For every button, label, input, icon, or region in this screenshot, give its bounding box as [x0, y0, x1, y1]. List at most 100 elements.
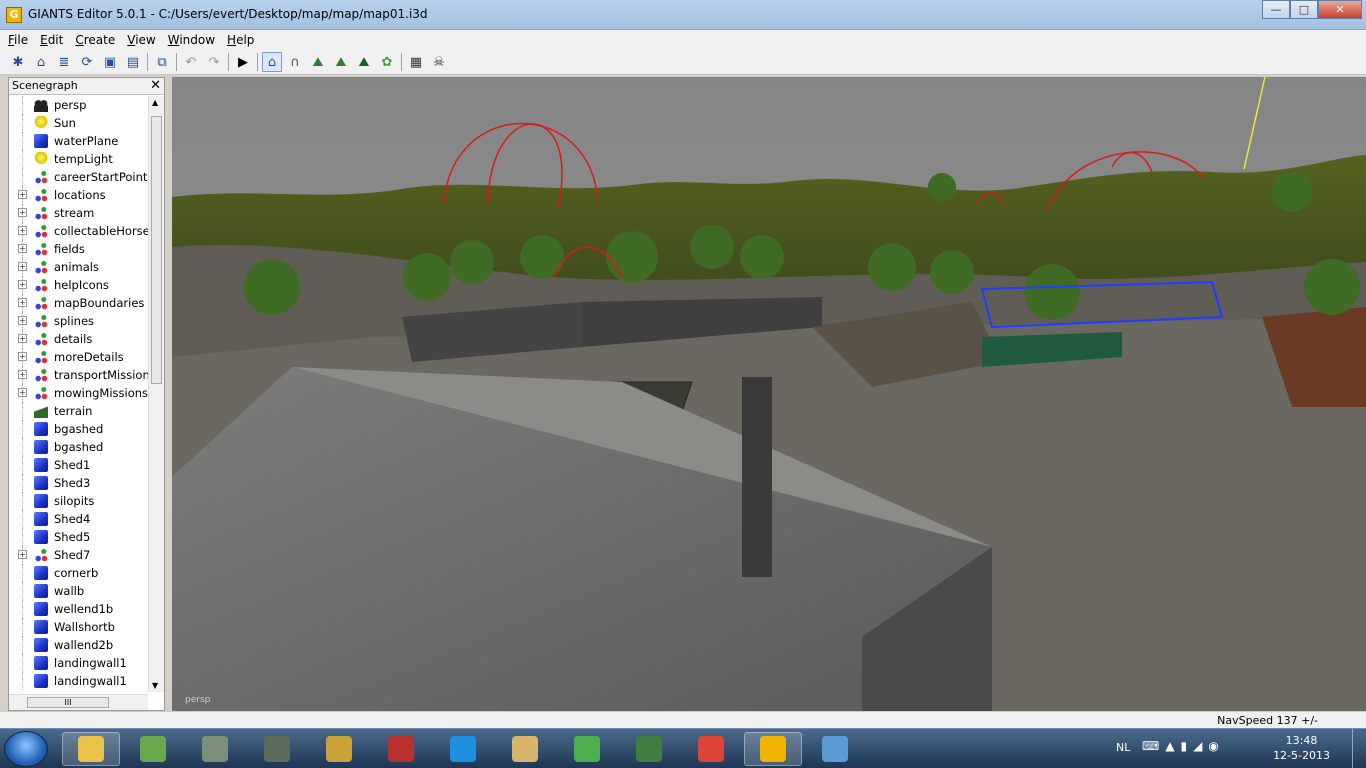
taskbar-app-minecraft[interactable]: [124, 732, 182, 766]
expand-icon[interactable]: +: [18, 262, 27, 271]
save-icon[interactable]: ▣: [100, 52, 120, 72]
magnet-icon[interactable]: ∩: [285, 52, 305, 72]
scenegraph-item[interactable]: Shed4: [9, 510, 148, 528]
scenegraph-item[interactable]: Shed1: [9, 456, 148, 474]
scenegraph-item[interactable]: + Shed7: [9, 546, 148, 564]
scenegraph-item[interactable]: + stream: [9, 204, 148, 222]
scenegraph-item[interactable]: wallb: [9, 582, 148, 600]
scenegraph-item[interactable]: careerStartPoint: [9, 168, 148, 186]
scenegraph-item[interactable]: + locations: [9, 186, 148, 204]
expand-icon[interactable]: +: [18, 370, 27, 379]
tray-icons[interactable]: ⌨▲▮◢◉: [1142, 739, 1225, 753]
scenegraph-vertical-scrollbar[interactable]: ▲ ▼: [148, 96, 164, 692]
terrain-detail-icon[interactable]: ⛰: [354, 52, 374, 72]
expand-icon[interactable]: +: [18, 280, 27, 289]
scroll-up-icon[interactable]: ▲: [152, 98, 158, 107]
scenegraph-item[interactable]: Sun: [9, 114, 148, 132]
3d-viewport[interactable]: persp: [172, 77, 1366, 711]
menu-view[interactable]: View: [127, 33, 155, 47]
foliage-paint-icon[interactable]: ✿: [377, 52, 397, 72]
new-icon[interactable]: ✱: [8, 52, 28, 72]
expand-icon[interactable]: +: [18, 244, 27, 253]
clock[interactable]: 13:48 12-5-2013: [1273, 733, 1330, 763]
document-icon[interactable]: ≣: [54, 52, 74, 72]
scenegraph-horizontal-scrollbar[interactable]: III: [9, 694, 148, 710]
save-all-icon[interactable]: ▤: [123, 52, 143, 72]
taskbar-app-explorer[interactable]: [62, 732, 120, 766]
taskbar-app-farming-sim-tractor[interactable]: [248, 732, 306, 766]
scenegraph-item[interactable]: + helpIcons: [9, 276, 148, 294]
scenegraph-item[interactable]: + splines: [9, 312, 148, 330]
scenegraph-item[interactable]: waterPlane: [9, 132, 148, 150]
taskbar-app-game-shield[interactable]: [310, 732, 368, 766]
expand-icon[interactable]: +: [18, 352, 27, 361]
taskbar-app-farming-simulator[interactable]: [372, 732, 430, 766]
expand-icon[interactable]: +: [18, 208, 27, 217]
taskbar-app-utorrent[interactable]: [558, 732, 616, 766]
scenegraph-item[interactable]: silopits: [9, 492, 148, 510]
scenegraph-item[interactable]: landingwall1: [9, 654, 148, 672]
scenegraph-item[interactable]: wallend2b: [9, 636, 148, 654]
scenegraph-item[interactable]: bgashed: [9, 438, 148, 456]
expand-icon[interactable]: +: [18, 298, 27, 307]
undo-icon[interactable]: ↶: [181, 52, 201, 72]
taskbar-app-giants-editor[interactable]: [744, 732, 802, 766]
taskbar-app-paint[interactable]: [806, 732, 864, 766]
redo-icon[interactable]: ↷: [204, 52, 224, 72]
expand-icon[interactable]: +: [18, 334, 27, 343]
scenegraph-item[interactable]: + mapBoundaries: [9, 294, 148, 312]
menu-edit[interactable]: Edit: [40, 33, 63, 47]
taskbar-app-chrome[interactable]: [682, 732, 740, 766]
start-button[interactable]: [4, 731, 48, 767]
expand-icon[interactable]: +: [18, 226, 27, 235]
show-desktop-button[interactable]: [1352, 729, 1366, 768]
scenegraph-item[interactable]: + fields: [9, 240, 148, 258]
taskbar-app-teamviewer[interactable]: [434, 732, 492, 766]
refresh-icon[interactable]: ⟳: [77, 52, 97, 72]
scrollbar-thumb[interactable]: III: [27, 697, 109, 708]
scenegraph-item[interactable]: + moreDetails: [9, 348, 148, 366]
expand-icon[interactable]: +: [18, 316, 27, 325]
terrain-sculpt-icon[interactable]: ⛰: [308, 52, 328, 72]
menu-file[interactable]: File: [8, 33, 28, 47]
scenegraph-tree[interactable]: persp Sun waterPlane tempLight careerStartPo…: [9, 96, 148, 692]
menu-create[interactable]: Create: [75, 33, 115, 47]
language-indicator[interactable]: NL: [1116, 741, 1130, 754]
menu-window[interactable]: Window: [168, 33, 215, 47]
checker-icon[interactable]: ▦: [406, 52, 426, 72]
menu-help[interactable]: Help: [227, 33, 254, 47]
scenegraph-item[interactable]: + animals: [9, 258, 148, 276]
maximize-button[interactable]: □: [1290, 0, 1318, 19]
expand-icon[interactable]: +: [18, 190, 27, 199]
select-mode-icon[interactable]: ⌂: [262, 52, 282, 72]
scenegraph-item[interactable]: bgashed: [9, 420, 148, 438]
scenegraph-item[interactable]: Shed3: [9, 474, 148, 492]
scenegraph-item[interactable]: terrain: [9, 402, 148, 420]
scenegraph-item[interactable]: landingwall1: [9, 672, 148, 690]
scenegraph-item[interactable]: wellend1b: [9, 600, 148, 618]
taskbar-app-farming-sim-truck[interactable]: [186, 732, 244, 766]
terrain-paint-icon[interactable]: ⛰: [331, 52, 351, 72]
scenegraph-item[interactable]: cornerb: [9, 564, 148, 582]
scenegraph-item[interactable]: + transportMissions: [9, 366, 148, 384]
open-icon[interactable]: ⌂: [31, 52, 51, 72]
scenegraph-item[interactable]: Wallshortb: [9, 618, 148, 636]
taskbar-app-mail[interactable]: [496, 732, 554, 766]
expand-icon[interactable]: +: [18, 550, 27, 559]
taskbar-app-minecraft-block[interactable]: [620, 732, 678, 766]
scenegraph-item[interactable]: + mowingMissions: [9, 384, 148, 402]
minimize-button[interactable]: —: [1262, 0, 1290, 19]
scenegraph-item[interactable]: Shed5: [9, 528, 148, 546]
skull-icon[interactable]: ☠: [429, 52, 449, 72]
scenegraph-item[interactable]: + details: [9, 330, 148, 348]
close-button[interactable]: ✕: [1318, 0, 1362, 19]
expand-icon[interactable]: +: [18, 388, 27, 397]
scrollbar-thumb[interactable]: [151, 116, 162, 384]
import-icon[interactable]: ⧉: [152, 52, 172, 72]
scroll-down-icon[interactable]: ▼: [152, 681, 158, 690]
scenegraph-item[interactable]: tempLight: [9, 150, 148, 168]
scenegraph-item[interactable]: + collectableHorses: [9, 222, 148, 240]
close-icon[interactable]: ✕: [150, 78, 161, 93]
scenegraph-item[interactable]: persp: [9, 96, 148, 114]
play-icon[interactable]: ▶: [233, 52, 253, 72]
